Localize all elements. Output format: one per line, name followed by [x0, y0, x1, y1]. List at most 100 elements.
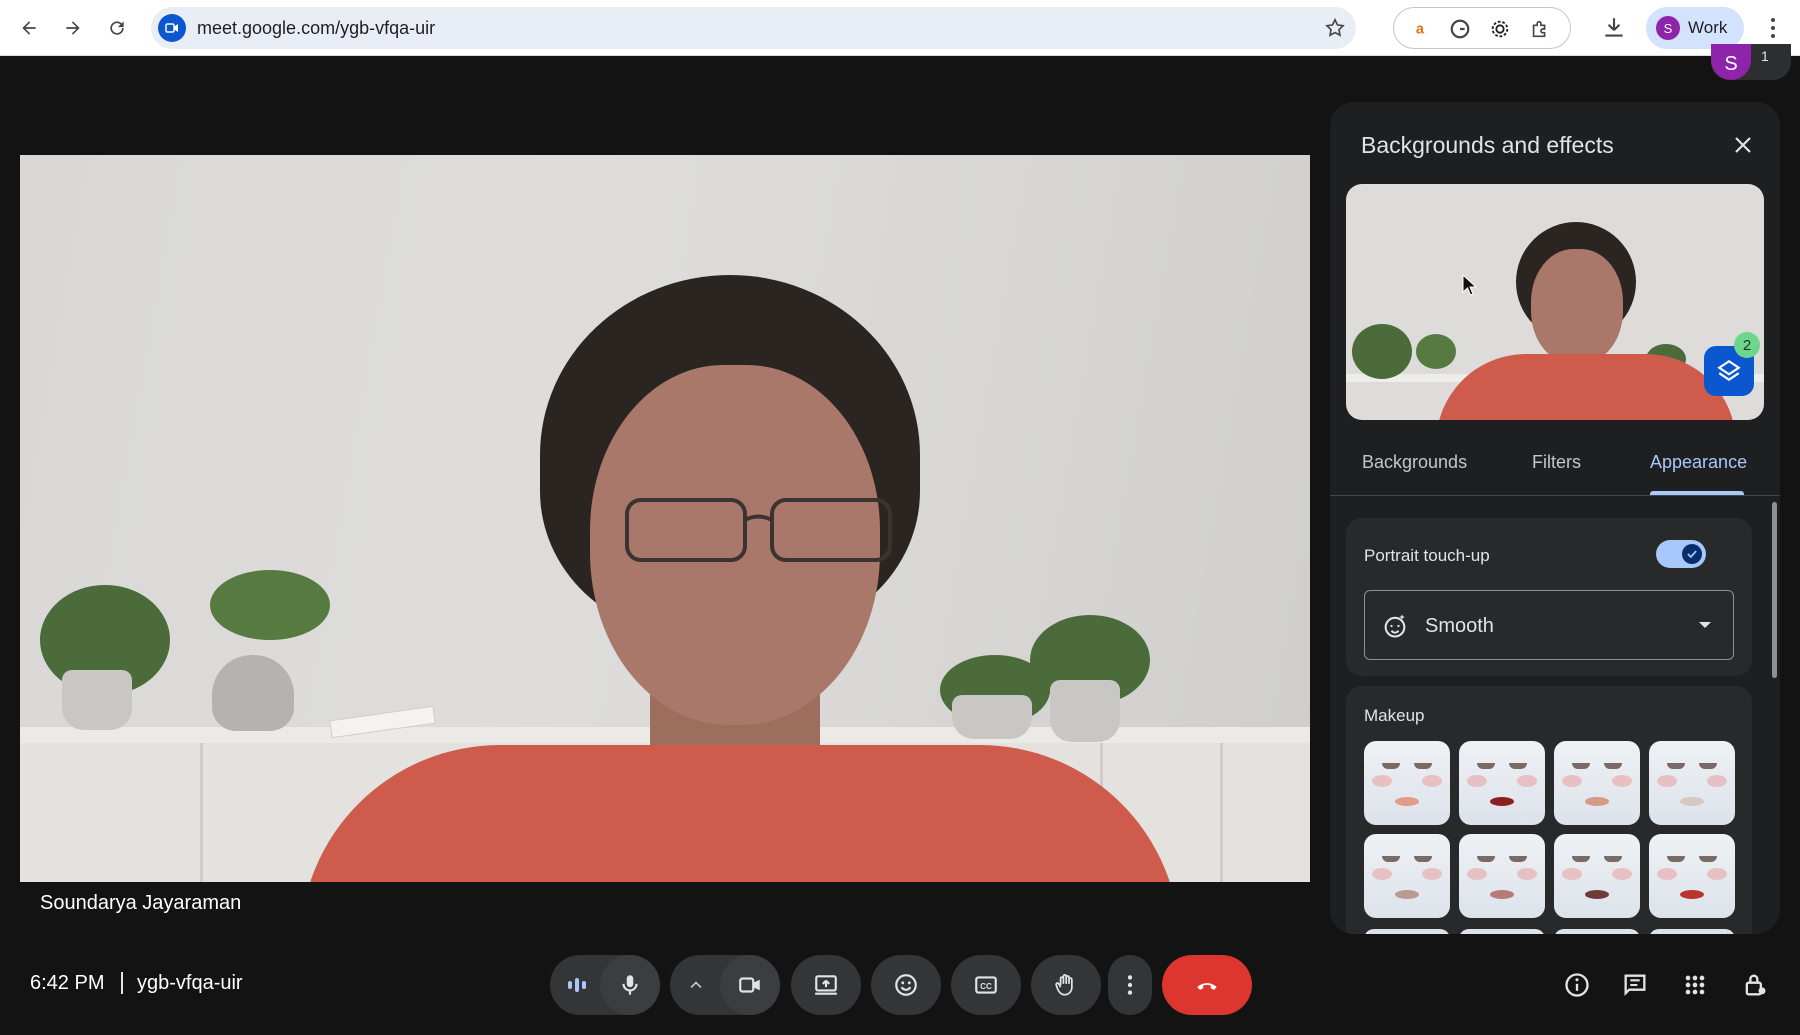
activities-button[interactable]	[1678, 968, 1712, 1002]
close-icon	[1735, 137, 1751, 153]
emoji-icon	[895, 974, 917, 996]
blush	[1467, 775, 1487, 787]
makeup-option[interactable]	[1364, 741, 1450, 825]
host-controls-button[interactable]	[1738, 968, 1772, 1002]
makeup-option[interactable]	[1554, 834, 1640, 918]
reload-icon	[110, 21, 124, 35]
raise-hand-button[interactable]	[1031, 955, 1101, 1015]
forward-button[interactable]	[57, 12, 89, 44]
camera-button[interactable]	[720, 955, 780, 1015]
microphone-button[interactable]	[600, 955, 660, 1015]
bookmark-star-icon[interactable]	[1324, 17, 1346, 39]
extensions-group: a	[1393, 7, 1571, 49]
url-text[interactable]: meet.google.com/ygb-vfqa-uir	[197, 18, 435, 39]
makeup-option-partial[interactable]	[1649, 929, 1735, 934]
makeup-option[interactable]	[1459, 741, 1545, 825]
info-icon	[1565, 973, 1589, 997]
leave-call-button[interactable]	[1162, 955, 1252, 1015]
grammarly-extension-icon[interactable]	[1448, 17, 1472, 41]
portrait-touchup-card: Portrait touch-up Smooth	[1346, 518, 1752, 676]
chevron-up-icon[interactable]	[686, 975, 706, 995]
tab-appearance[interactable]: Appearance	[1650, 452, 1747, 473]
panel-title: Backgrounds and effects	[1361, 132, 1614, 158]
touchup-level-select[interactable]: Smooth	[1364, 590, 1734, 660]
address-bar[interactable]: meet.google.com/ygb-vfqa-uir	[151, 7, 1356, 49]
makeup-options-grid	[1364, 741, 1736, 918]
makeup-option-partial[interactable]	[1364, 929, 1450, 934]
lip	[1585, 797, 1609, 806]
microphone-icon	[622, 975, 638, 995]
makeup-option-partial[interactable]	[1459, 929, 1545, 934]
self-avatar-indicator[interactable]: S 1	[1711, 44, 1791, 80]
touchup-selected-value: Smooth	[1425, 615, 1494, 637]
makeup-card: Makeup	[1346, 686, 1752, 934]
makeup-option[interactable]	[1649, 741, 1735, 825]
captions-button[interactable]: CC	[951, 955, 1021, 1015]
camera-control-group	[670, 955, 780, 1015]
makeup-option[interactable]	[1554, 741, 1640, 825]
blush	[1467, 868, 1487, 880]
more-options-button[interactable]	[1108, 955, 1152, 1015]
eye	[1414, 856, 1432, 862]
backgrounds-effects-panel: Backgrounds and effects 2 Backgrounds Fi…	[1330, 102, 1780, 934]
dropdown-arrow-icon	[1699, 622, 1711, 628]
profile-button[interactable]: S Work	[1646, 7, 1744, 49]
makeup-option[interactable]	[1649, 834, 1735, 918]
pot-right-1	[952, 695, 1032, 739]
blush	[1517, 868, 1537, 880]
blush	[1422, 868, 1442, 880]
download-icon[interactable]	[1601, 15, 1627, 41]
self-avatar: S	[1711, 44, 1751, 80]
lip	[1395, 890, 1419, 899]
makeup-option[interactable]	[1364, 834, 1450, 918]
eye	[1477, 856, 1495, 862]
gear-extension-icon[interactable]	[1488, 17, 1512, 41]
vase	[212, 655, 294, 731]
blush	[1372, 775, 1392, 787]
more-vert-icon	[1127, 975, 1133, 995]
eye	[1699, 856, 1717, 862]
reactions-button[interactable]	[871, 955, 941, 1015]
profile-avatar: S	[1656, 16, 1680, 40]
eye	[1382, 856, 1400, 862]
makeup-option[interactable]	[1459, 834, 1545, 918]
lip	[1585, 890, 1609, 899]
participant-name: Soundarya Jayaraman	[40, 892, 242, 914]
tab-backgrounds[interactable]: Backgrounds	[1362, 452, 1467, 473]
glasses	[625, 498, 892, 562]
present-screen-icon	[815, 975, 837, 995]
makeup-option-partial[interactable]	[1554, 929, 1640, 934]
eye	[1572, 856, 1590, 862]
amazon-extension-icon[interactable]: a	[1408, 17, 1432, 41]
panel-scrollbar[interactable]	[1772, 502, 1777, 678]
lip	[1680, 890, 1704, 899]
self-preview: 2	[1346, 184, 1764, 420]
meeting-details-button[interactable]	[1560, 968, 1594, 1002]
reload-button[interactable]	[101, 12, 133, 44]
video-camera-icon	[739, 977, 760, 993]
pot-right-2	[1050, 680, 1120, 742]
present-screen-button[interactable]	[791, 955, 861, 1015]
eye	[1604, 856, 1622, 862]
blush	[1707, 868, 1727, 880]
preview-plant	[1352, 324, 1412, 379]
eye	[1667, 763, 1685, 769]
puzzle-extensions-icon[interactable]	[1528, 17, 1552, 41]
svg-text:a: a	[1416, 22, 1425, 38]
divider	[121, 972, 123, 994]
lock-person-icon	[1745, 974, 1766, 996]
back-button[interactable]	[13, 12, 45, 44]
layers-icon	[1717, 359, 1741, 381]
tab-filters[interactable]: Filters	[1532, 452, 1581, 473]
eye	[1604, 763, 1622, 769]
blush	[1562, 868, 1582, 880]
participant-video-tile[interactable]	[20, 155, 1310, 882]
lip	[1395, 797, 1419, 806]
portrait-touchup-toggle[interactable]	[1656, 540, 1706, 568]
chrome-menu-icon[interactable]	[1761, 14, 1785, 42]
eye	[1667, 856, 1685, 862]
blush	[1422, 775, 1442, 787]
chat-button[interactable]	[1618, 968, 1652, 1002]
preview-plant	[1416, 334, 1456, 369]
close-panel-button[interactable]	[1726, 128, 1760, 162]
